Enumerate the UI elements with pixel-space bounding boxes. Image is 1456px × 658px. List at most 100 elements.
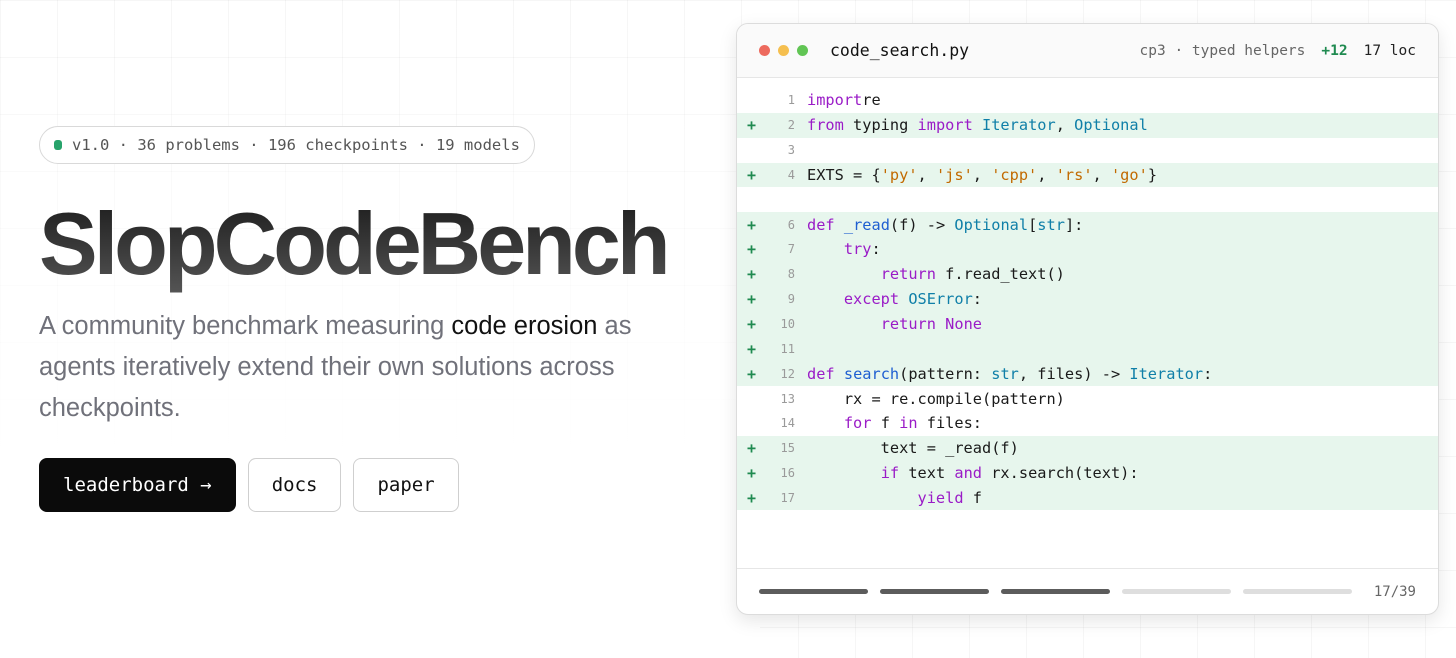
line-source: from typing import Iterator, Optional xyxy=(807,116,1148,134)
line-number: 16 xyxy=(780,466,795,481)
code-line: +11 xyxy=(737,336,1438,362)
line-source: return None xyxy=(807,315,982,333)
line-number: 14 xyxy=(780,416,795,431)
line-number: 2 xyxy=(787,118,795,133)
line-source: try: xyxy=(807,240,881,258)
code-token: import xyxy=(807,91,863,110)
diff-marker: + xyxy=(747,488,757,507)
code-token: 'rs' xyxy=(1055,165,1093,184)
line-source: for f in files: xyxy=(807,414,982,432)
code-token: Iterator xyxy=(1129,364,1204,383)
line-source: importre xyxy=(807,91,881,109)
line-number: 13 xyxy=(780,391,795,406)
code-token: import xyxy=(917,116,973,135)
code-token: except xyxy=(843,290,900,309)
line-source: except OSError: xyxy=(807,290,982,308)
diff-marker: + xyxy=(747,165,757,184)
version-pill-text: v1.0 · 36 problems · 196 checkpoints · 1… xyxy=(72,136,520,154)
code-token: text xyxy=(899,464,955,483)
code-token: if xyxy=(880,464,900,483)
code-line: +12 def search(pattern: str, files) -> It… xyxy=(737,361,1438,387)
code-token: _read xyxy=(843,215,890,234)
code-token: , xyxy=(1037,165,1056,184)
line-source: if text and rx.search(text): xyxy=(807,464,1139,482)
code-token: , xyxy=(917,165,936,184)
checkpoint-label: cp3 · typed helpers xyxy=(1139,42,1306,59)
page-title: SlopCodeBench xyxy=(39,194,699,294)
line-number: 8 xyxy=(787,267,795,282)
progress-segment xyxy=(1122,589,1231,594)
code-token: 'py' xyxy=(880,165,918,184)
progress-segment xyxy=(1001,589,1110,594)
status-dot-icon xyxy=(54,140,62,150)
code-token: ]: xyxy=(1064,215,1084,234)
code-token: rx.search(text): xyxy=(982,464,1139,483)
window-controls xyxy=(759,45,808,56)
code-token: Optional xyxy=(954,215,1029,234)
code-line: +4 EXTS = {'py', 'js', 'cpp', 'rs', 'go'} xyxy=(737,162,1438,188)
maximize-dot-icon xyxy=(797,45,808,56)
diff-marker: + xyxy=(747,116,757,135)
code-line: +6 def _read(f) -> Optional[str]: xyxy=(737,212,1438,238)
code-token: in xyxy=(899,414,918,433)
code-line: 14 for f in files: xyxy=(737,411,1438,436)
editor-meta: cp3 · typed helpers +12 17 loc xyxy=(1140,43,1416,59)
page-subtitle: A community benchmark measuring code ero… xyxy=(39,306,659,429)
lines-added-badge: +12 xyxy=(1321,42,1348,59)
editor-header: code_search.py cp3 · typed helpers +12 1… xyxy=(737,24,1438,78)
diff-marker: + xyxy=(747,315,757,334)
line-number: 1 xyxy=(787,93,795,108)
code-line: +15 text = _read(f) xyxy=(737,435,1438,461)
code-line: +7 try: xyxy=(737,237,1438,262)
code-token: rx = re.compile(pattern) xyxy=(807,389,1065,408)
code-line: +8 return f.read_text() xyxy=(737,261,1438,287)
code-token: for xyxy=(843,414,872,433)
line-source: def search(pattern: str, files) -> Itera… xyxy=(807,365,1212,383)
docs-button[interactable]: docs xyxy=(247,458,342,512)
code-token: OSError xyxy=(908,290,973,309)
code-token: (pattern: xyxy=(899,364,992,383)
line-number: 15 xyxy=(780,441,795,456)
code-token: , xyxy=(972,165,992,184)
progress-segment xyxy=(759,589,868,594)
code-line: 13 rx = re.compile(pattern) xyxy=(737,386,1438,411)
step-counter: 17/39 xyxy=(1373,583,1416,600)
code-line: +17 yield f xyxy=(737,485,1438,511)
code-token: , xyxy=(1055,116,1075,135)
version-pill: v1.0 · 36 problems · 196 checkpoints · 1… xyxy=(39,126,535,164)
code-line: +10 return None xyxy=(737,311,1438,337)
code-token: 'go' xyxy=(1110,165,1148,184)
code-token: (f) -> xyxy=(889,215,955,234)
code-token: return xyxy=(880,315,936,334)
code-token: return xyxy=(880,265,936,284)
code-token: } xyxy=(1147,165,1158,184)
code-body: 1 importre +2 from typing import Iterator, … xyxy=(737,78,1438,511)
code-token: files: xyxy=(917,414,983,433)
code-token: 'js' xyxy=(935,165,973,184)
code-token: def xyxy=(807,364,835,383)
line-number: 7 xyxy=(787,242,795,257)
code-token: : xyxy=(871,240,881,259)
code-token: try xyxy=(843,240,872,259)
code-token: , files) -> xyxy=(1018,364,1130,383)
paper-button[interactable]: paper xyxy=(353,458,459,512)
code-editor-window: code_search.py cp3 · typed helpers +12 1… xyxy=(736,23,1439,615)
line-number: 4 xyxy=(787,167,795,182)
loc-count: 17 loc xyxy=(1363,42,1416,59)
leaderboard-button[interactable]: leaderboard → xyxy=(39,458,236,512)
code-line: 1 importre xyxy=(737,88,1438,113)
line-number: 9 xyxy=(787,292,795,307)
subtitle-text-start: A community benchmark measuring xyxy=(39,312,452,340)
line-source: text = _read(f) xyxy=(807,439,1019,457)
code-line: 3 xyxy=(737,138,1438,163)
subtitle-emphasis: code erosion xyxy=(451,312,598,340)
diff-marker: + xyxy=(747,290,757,309)
code-token: Optional xyxy=(1074,116,1148,135)
